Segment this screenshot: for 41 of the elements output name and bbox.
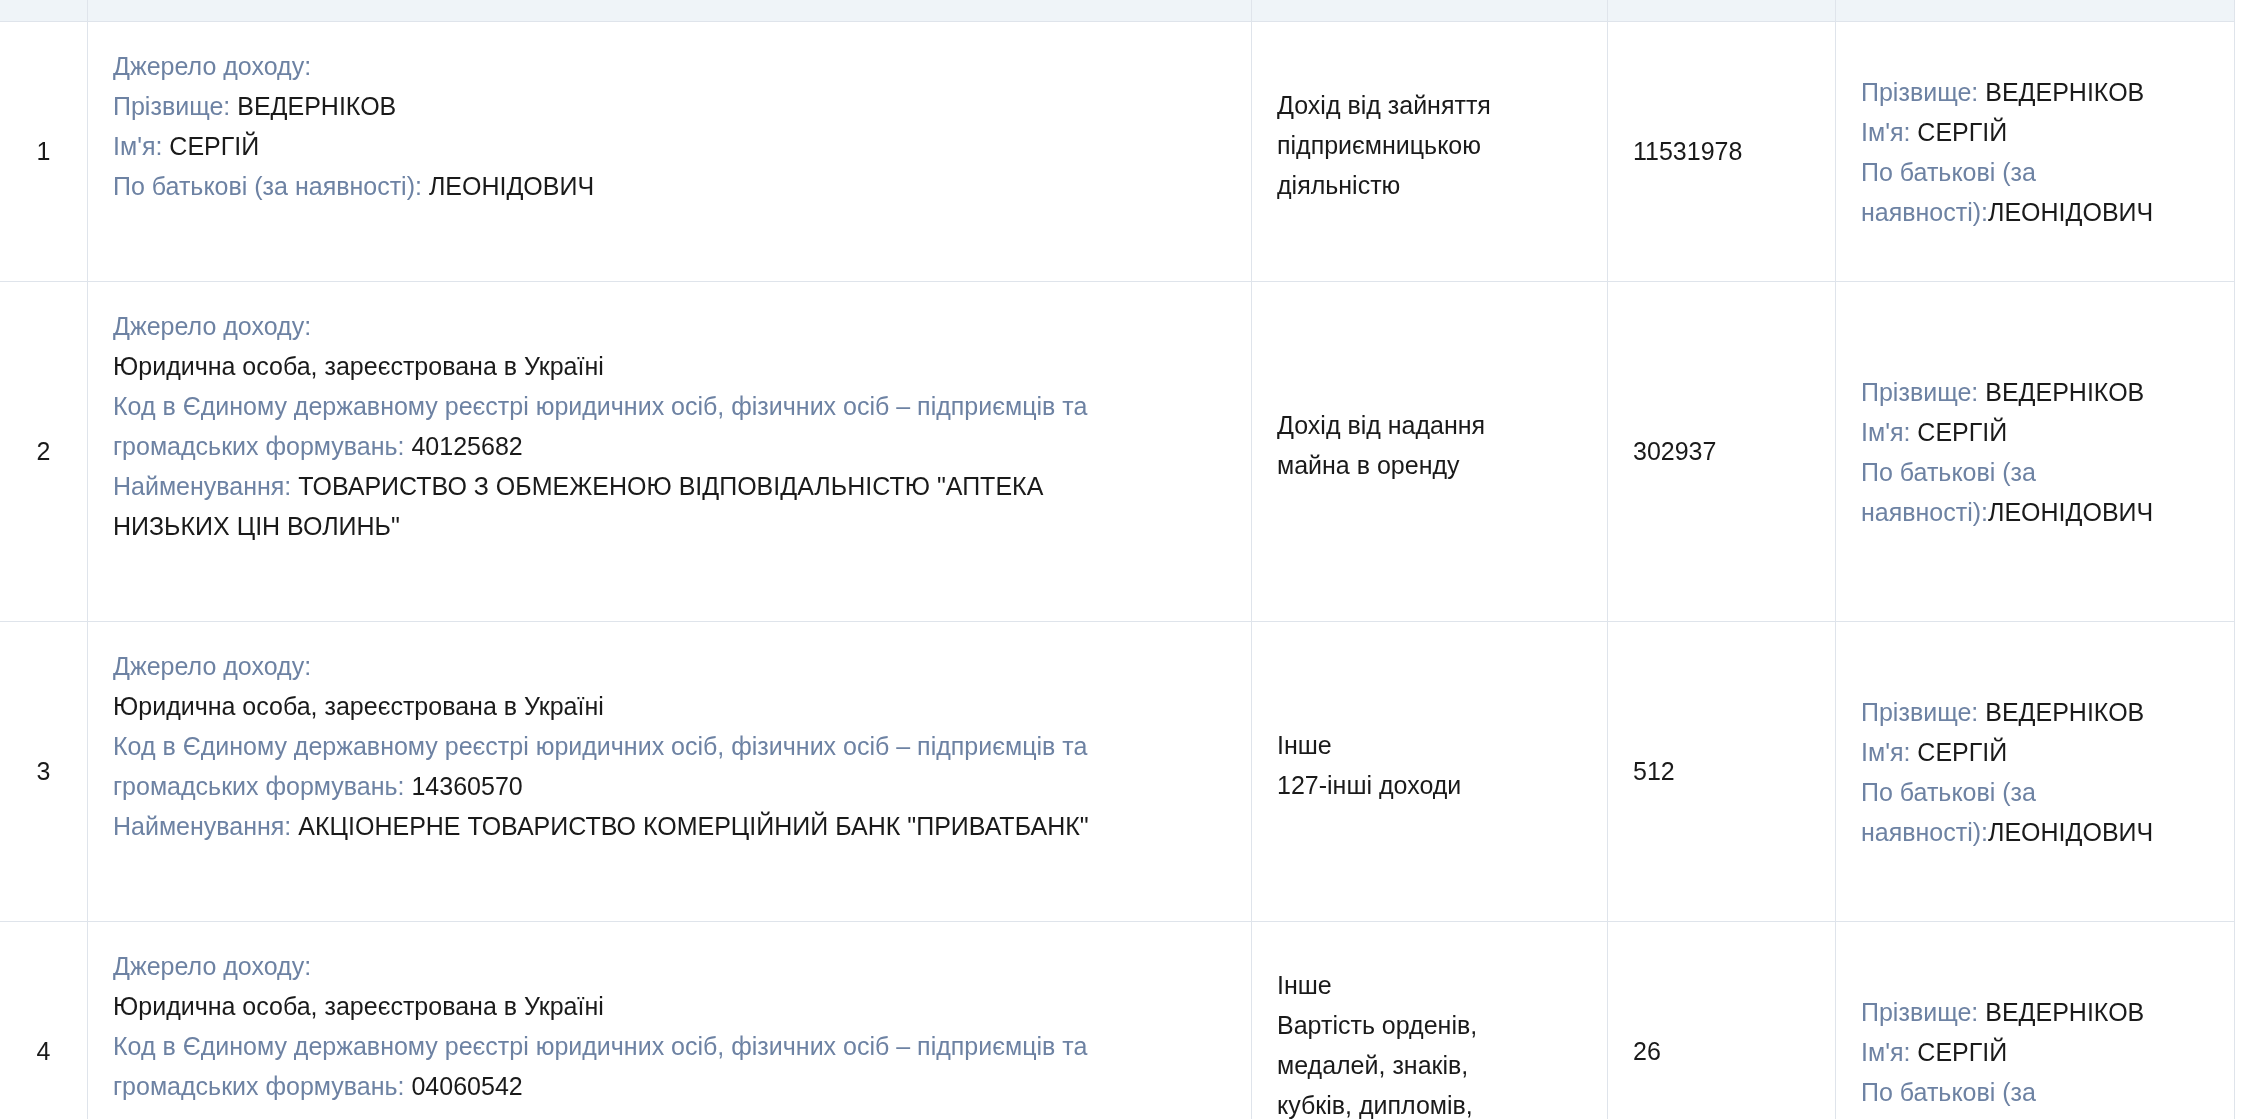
amount: 26 (1633, 1035, 1661, 1067)
source-line: Юридична особа, зареєстрована в Україні (113, 351, 605, 382)
source-line: Код в Єдиному державному реєстрі юридичних осіб, фізичних осіб – підприємців та громадських формувань: 14360570 (113, 731, 1089, 802)
recipient-line: Ім'я: СЕРГІЙ (1861, 416, 2009, 448)
income-type: Дохід від зайняття підприємницькою діяльністю (1277, 89, 1492, 201)
source-line: Код в Єдиному державному реєстрі юридичних осіб, фізичних осіб – підприємців та громадських формувань: 04060542 (113, 1031, 1089, 1102)
source-line: Найменування: АКЦІОНЕРНЕ ТОВАРИСТВО КОМЕРЦІЙНИЙ БАНК "ПРИВАТБАНК" (113, 810, 1090, 842)
amount: 11531978 (1633, 135, 1743, 167)
recipient-line: Ім'я: СЕРГІЙ (1861, 1036, 2009, 1068)
row-number: 4 (36, 1035, 51, 1067)
income-type: Інше (1277, 729, 1333, 761)
recipient-line: Прізвище: ВЕДЕРНІКОВ (1861, 696, 2146, 728)
recipient-line: По батькові (за наявності):ЛЕОНІДОВИЧ (1861, 456, 2155, 528)
source-line: Код в Єдиному державному реєстрі юридичних осіб, фізичних осіб – підприємців та громадських формувань: 40125682 (113, 391, 1089, 462)
recipient-line: По батькові (за (1861, 1076, 2037, 1108)
source-line: Джерело доходу: (113, 311, 313, 342)
income-type: Дохід від надання майна в оренду (1277, 409, 1487, 481)
recipient-line: Прізвище: ВЕДЕРНІКОВ (1861, 376, 2146, 408)
source-line: Юридична особа, зареєстрована в Україні (113, 691, 605, 722)
source-line: Джерело доходу: (113, 651, 313, 682)
recipient-line: Прізвище: ВЕДЕРНІКОВ (1861, 76, 2146, 108)
amount: 302937 (1633, 435, 1717, 467)
source-line: Джерело доходу: (113, 951, 313, 982)
source-line: Юридична особа, зареєстрована в Україні (113, 991, 605, 1022)
income-type: 127-інші доходи (1277, 769, 1463, 801)
source-line: По батькові (за наявності): ЛЕОНІДОВИЧ (113, 171, 596, 202)
source-line: Найменування: ТОВАРИСТВО З ОБМЕЖЕНОЮ ВІДПОВІДАЛЬНІСТЮ "АПТЕКА НИЗЬКИХ ЦІН ВОЛИНЬ" (113, 471, 1045, 542)
amount: 512 (1633, 755, 1675, 787)
source-line: Ім'я: СЕРГІЙ (113, 130, 261, 162)
row-number: 1 (36, 135, 51, 167)
recipient-line: По батькові (за наявності):ЛЕОНІДОВИЧ (1861, 156, 2155, 228)
income-type: Вартість орденів, медалей, знаків, кубків, дипломів, (1277, 1009, 1479, 1119)
recipient-line: Ім'я: СЕРГІЙ (1861, 116, 2009, 148)
row-number: 3 (36, 755, 51, 787)
source-line: Джерело доходу: (113, 51, 313, 82)
row-number: 2 (36, 435, 51, 467)
income-type: Інше (1277, 969, 1333, 1001)
recipient-line: Прізвище: ВЕДЕРНІКОВ (1861, 996, 2146, 1028)
recipient-line: Ім'я: СЕРГІЙ (1861, 736, 2009, 768)
source-line: Прізвище: ВЕДЕРНІКОВ (113, 91, 398, 122)
recipient-line: По батькові (за наявності):ЛЕОНІДОВИЧ (1861, 776, 2155, 848)
